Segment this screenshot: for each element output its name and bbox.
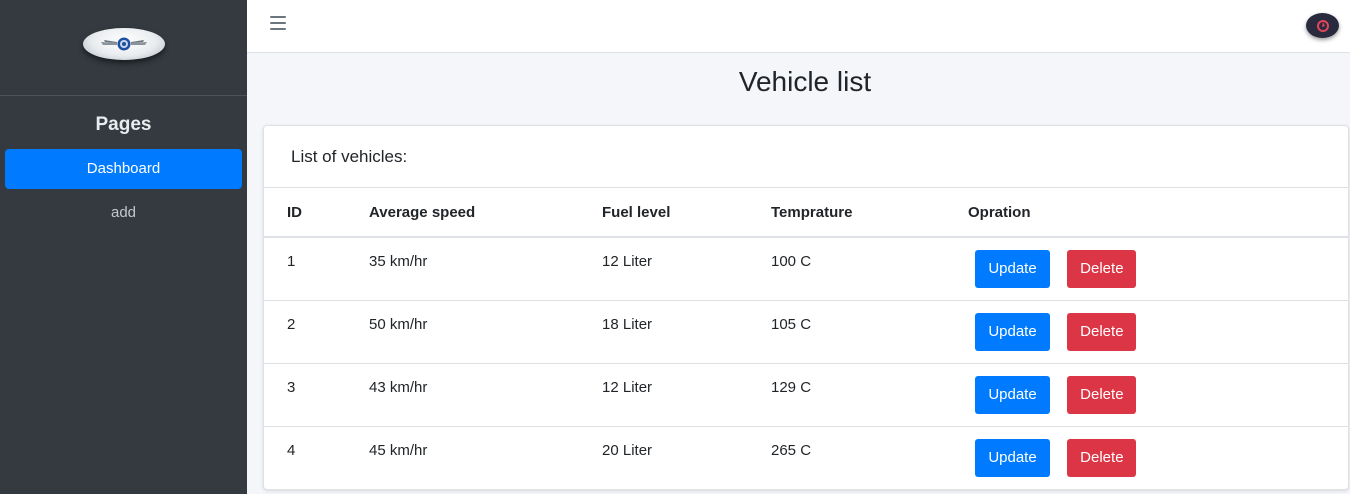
column-header-average-speed: Average speed bbox=[369, 188, 602, 238]
brand-logo[interactable] bbox=[82, 27, 165, 60]
cell-temperature: 105 C bbox=[771, 316, 812, 333]
cell-temperature: 265 C bbox=[771, 442, 812, 460]
update-button[interactable]: Update bbox=[975, 438, 1050, 477]
table-header-row: ID Average speed Fuel level Temprature O… bbox=[264, 188, 1348, 238]
delete-button[interactable]: Delete bbox=[1067, 438, 1137, 477]
cell-fuel-level: 18 Liter bbox=[602, 316, 653, 333]
cell-temperature: 129 C bbox=[771, 379, 812, 396]
cell-id: 2 bbox=[287, 316, 296, 333]
cell-fuel-level: 12 Liter bbox=[602, 379, 653, 396]
cell-id: 3 bbox=[287, 379, 296, 396]
delete-button[interactable]: Delete bbox=[1067, 375, 1137, 414]
column-header-fuel-level: Fuel level bbox=[602, 188, 771, 238]
update-button[interactable]: Update bbox=[975, 312, 1050, 351]
app-root: Pages Dashboard add Vehicle list List of… bbox=[0, 0, 1350, 494]
vehicle-table: ID Average speed Fuel level Temprature O… bbox=[264, 188, 1348, 489]
column-header-temperature: Temprature bbox=[771, 188, 968, 238]
sidebar: Pages Dashboard add bbox=[0, 0, 247, 494]
cell-id: 1 bbox=[287, 253, 296, 271]
avatar-glyph-icon bbox=[1316, 19, 1329, 32]
sidebar-section-title: Pages bbox=[95, 114, 152, 135]
cell-temperature: 100 C bbox=[771, 253, 812, 271]
sidebar-item-add[interactable]: add bbox=[5, 193, 242, 233]
update-button[interactable]: Update bbox=[975, 375, 1050, 414]
cell-average-speed: 43 km/hr bbox=[369, 379, 428, 396]
table-row: 3 43 km/hr 12 Liter 129 C Update Delete bbox=[264, 363, 1348, 427]
hamburger-menu-icon[interactable] bbox=[270, 16, 286, 32]
winged-emblem-icon bbox=[100, 37, 147, 50]
column-header-operation: Opration bbox=[968, 188, 1348, 238]
delete-button[interactable]: Delete bbox=[1067, 312, 1137, 351]
vehicle-list-card: List of vehicles: ID Average speed Fuel … bbox=[263, 125, 1349, 490]
sidebar-item-dashboard[interactable]: Dashboard bbox=[5, 149, 242, 189]
cell-average-speed: 35 km/hr bbox=[369, 253, 428, 271]
table-row: 2 50 km/hr 18 Liter 105 C Update Delete bbox=[264, 300, 1348, 364]
cell-average-speed: 45 km/hr bbox=[369, 442, 428, 460]
table-row: 4 45 km/hr 20 Liter 265 C Update Delete bbox=[264, 426, 1348, 489]
table-row: 1 35 km/hr 12 Liter 100 C Update Delete bbox=[264, 237, 1348, 301]
card-header: List of vehicles: bbox=[264, 126, 1348, 188]
cell-id: 4 bbox=[287, 442, 296, 460]
brand-area bbox=[0, 0, 247, 96]
delete-button[interactable]: Delete bbox=[1067, 249, 1137, 288]
top-navbar bbox=[247, 0, 1350, 53]
user-avatar-icon[interactable] bbox=[1306, 13, 1339, 38]
page-title: Vehicle list bbox=[738, 66, 872, 97]
update-button[interactable]: Update bbox=[975, 249, 1050, 288]
cell-fuel-level: 20 Liter bbox=[602, 442, 653, 460]
column-header-id: ID bbox=[264, 188, 369, 238]
cell-average-speed: 50 km/hr bbox=[369, 316, 428, 333]
cell-fuel-level: 12 Liter bbox=[602, 253, 653, 271]
